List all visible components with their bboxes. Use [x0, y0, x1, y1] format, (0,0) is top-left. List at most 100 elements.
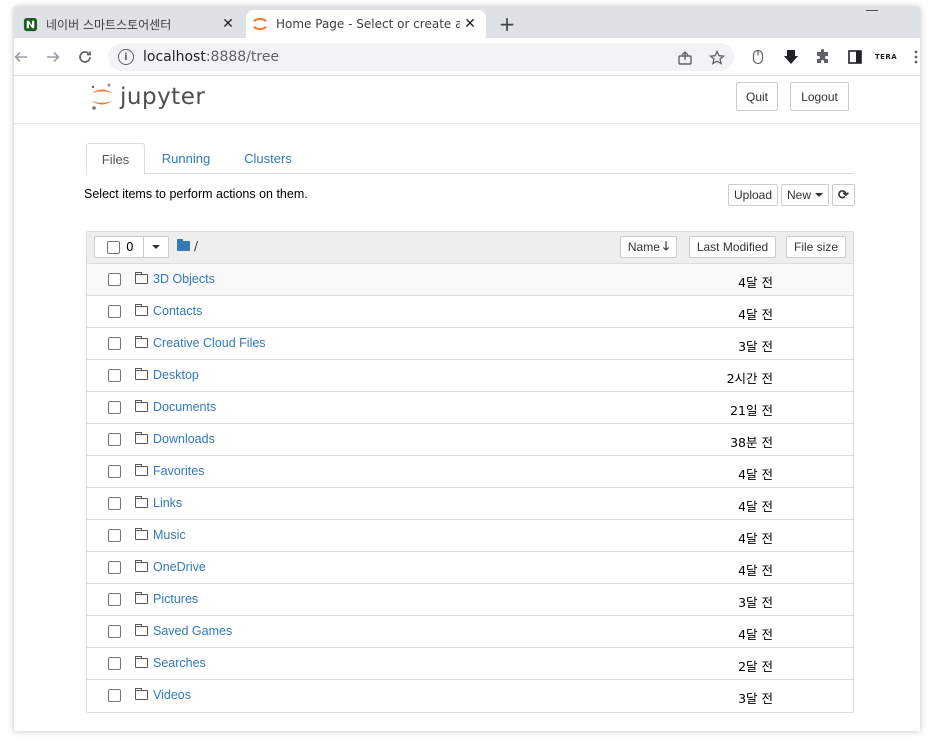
list-item[interactable]: Searches 2달 전	[87, 648, 853, 680]
list-item[interactable]: Contacts 4달 전	[87, 296, 853, 328]
item-name-link[interactable]: Downloads	[153, 432, 215, 446]
list-item[interactable]: Pictures 3달 전	[87, 584, 853, 616]
item-name-link[interactable]: Searches	[153, 656, 206, 670]
forward-icon[interactable]	[42, 46, 64, 68]
item-name-link[interactable]: 3D Objects	[153, 272, 215, 286]
item-checkbox[interactable]	[108, 305, 121, 318]
back-icon[interactable]	[14, 46, 32, 68]
list-item[interactable]: Documents 21일 전	[87, 392, 853, 424]
list-item[interactable]: Saved Games 4달 전	[87, 616, 853, 648]
item-name-link[interactable]: Music	[153, 528, 186, 542]
item-last-modified: 4달 전	[738, 563, 773, 578]
tab-clusters[interactable]: Clusters	[234, 143, 302, 174]
item-name-link[interactable]: OneDrive	[153, 560, 206, 574]
select-menu-dropdown[interactable]	[144, 237, 168, 257]
sort-by-last-modified-button[interactable]: Last Modified	[689, 236, 776, 258]
folder-icon	[134, 431, 148, 444]
item-checkbox[interactable]	[108, 625, 121, 638]
item-checkbox[interactable]	[108, 401, 121, 414]
item-checkbox[interactable]	[108, 433, 121, 446]
browser-toolbar: i localhost:8888/tree TERA	[14, 38, 920, 76]
item-name-link[interactable]: Favorites	[153, 464, 204, 478]
logout-button[interactable]: Logout	[790, 82, 849, 111]
caret-down-icon	[815, 193, 823, 197]
item-checkbox[interactable]	[108, 465, 121, 478]
site-info-icon[interactable]: i	[118, 49, 134, 65]
browser-menu-icon[interactable]	[912, 48, 920, 66]
list-item[interactable]: Videos 3달 전	[87, 680, 853, 712]
sort-name-label: Name	[627, 240, 660, 254]
item-name-link[interactable]: Links	[153, 496, 182, 510]
file-list-header: 0 / Name 🡓 Last Modified File size	[87, 232, 853, 264]
share-icon[interactable]	[676, 49, 694, 67]
item-last-modified: 4달 전	[738, 467, 773, 482]
tera-extension-icon[interactable]: TERA	[874, 48, 898, 66]
close-tab-icon[interactable]: ✕	[218, 14, 238, 34]
address-bar[interactable]: i localhost:8888/tree	[108, 43, 734, 71]
tab-files[interactable]: Files	[86, 143, 145, 175]
minimize-icon[interactable]	[866, 7, 878, 11]
item-name-link[interactable]: Contacts	[153, 304, 202, 318]
item-name-link[interactable]: Saved Games	[153, 624, 232, 638]
browser-tab-title: Home Page - Select or create a	[276, 17, 460, 31]
new-tab-button[interactable]: +	[494, 12, 520, 36]
mouse-extension-icon[interactable]	[750, 48, 766, 66]
item-checkbox[interactable]	[108, 657, 121, 670]
item-last-modified: 4달 전	[738, 275, 773, 290]
folder-icon	[134, 335, 148, 348]
quit-button[interactable]: Quit	[736, 82, 778, 111]
item-checkbox[interactable]	[108, 337, 121, 350]
browser-tab-jupyter[interactable]: Home Page - Select or create a ✕	[246, 10, 486, 38]
puzzle-extensions-icon[interactable]	[814, 48, 832, 66]
folder-icon	[134, 495, 148, 508]
upload-button[interactable]: Upload	[728, 184, 778, 206]
item-checkbox[interactable]	[108, 273, 121, 286]
list-item[interactable]: OneDrive 4달 전	[87, 552, 853, 584]
item-last-modified: 2달 전	[738, 659, 773, 674]
browser-tab-naver[interactable]: 네이버 스마트스토어센터 ✕	[16, 10, 244, 38]
item-checkbox[interactable]	[108, 593, 121, 606]
folder-icon	[134, 303, 148, 316]
list-item[interactable]: Favorites 4달 전	[87, 456, 853, 488]
item-name-link[interactable]: Pictures	[153, 592, 198, 606]
folder-icon	[134, 463, 148, 476]
file-list-rows: 3D Objects 4달 전 Contacts 4달 전 Creative C…	[87, 264, 853, 712]
folder-icon	[134, 591, 148, 604]
tab-running[interactable]: Running	[152, 143, 220, 174]
reload-icon[interactable]	[74, 46, 96, 68]
item-name-link[interactable]: Videos	[153, 688, 191, 702]
list-item[interactable]: Desktop 2시간 전	[87, 360, 853, 392]
item-checkbox[interactable]	[108, 497, 121, 510]
url-host: localhost	[143, 49, 206, 65]
list-item[interactable]: Music 4달 전	[87, 520, 853, 552]
breadcrumb[interactable]: /	[194, 239, 198, 253]
item-name-link[interactable]: Creative Cloud Files	[153, 336, 266, 350]
jupyter-logo[interactable]: jupyter	[90, 82, 205, 112]
item-checkbox[interactable]	[108, 689, 121, 702]
side-panel-icon[interactable]	[846, 48, 864, 66]
item-name-link[interactable]: Desktop	[153, 368, 199, 382]
list-item[interactable]: Creative Cloud Files 3달 전	[87, 328, 853, 360]
item-checkbox[interactable]	[108, 561, 121, 574]
item-name-link[interactable]: Documents	[153, 400, 216, 414]
refresh-icon[interactable]: ⟳	[832, 184, 855, 206]
close-tab-icon[interactable]: ✕	[460, 14, 480, 34]
bookmark-star-icon[interactable]	[708, 49, 726, 67]
arrow-down-icon: 🡓	[662, 238, 670, 253]
folder-home-icon[interactable]	[177, 239, 190, 251]
list-item[interactable]: Downloads 38분 전	[87, 424, 853, 456]
folder-icon	[134, 687, 148, 700]
item-last-modified: 2시간 전	[726, 371, 773, 386]
list-item[interactable]: Links 4달 전	[87, 488, 853, 520]
list-item[interactable]: 3D Objects 4달 전	[87, 264, 853, 296]
folder-icon	[134, 655, 148, 668]
item-checkbox[interactable]	[108, 369, 121, 382]
new-dropdown-button[interactable]: New	[781, 184, 829, 206]
sort-by-file-size-button[interactable]: File size	[786, 236, 846, 258]
download-extension-icon[interactable]	[782, 48, 800, 66]
select-all-toggle[interactable]: 0	[95, 237, 144, 257]
sort-by-name-button[interactable]: Name 🡓	[620, 236, 677, 258]
item-checkbox[interactable]	[108, 529, 121, 542]
item-last-modified: 4달 전	[738, 307, 773, 322]
select-all-checkbox[interactable]	[107, 240, 120, 254]
